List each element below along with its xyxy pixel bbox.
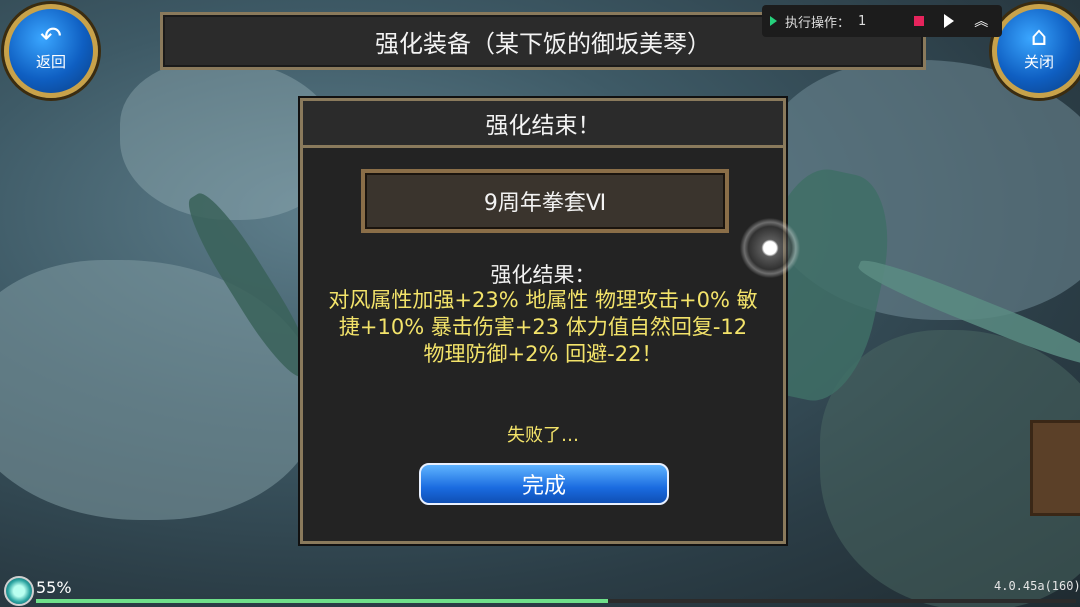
result-text: 对风属性加强+23% 地属性 物理攻击+0% 敏捷+10% 暴击伤害+23 体力… [328, 288, 758, 366]
dialog-title: 强化结束！ [303, 101, 783, 148]
crate [1030, 420, 1080, 516]
progress-percent: 55% [36, 578, 72, 597]
back-button-label: 返回 [35, 53, 66, 71]
execution-toolbar: 执行操作： 1 ︽ [762, 5, 1002, 37]
recording-indicator-icon [770, 16, 777, 26]
stop-icon[interactable] [914, 16, 925, 26]
status-bar: 55% 4.0.45a(160) [0, 572, 1080, 607]
collapse-icon[interactable]: ︽ [974, 11, 988, 31]
version-label: 4.0.45a(160) [994, 579, 1080, 593]
close-button-label: 关闭 [1023, 53, 1054, 71]
result-label: 强化结果： [490, 263, 596, 287]
back-arrow-icon: ↶ [40, 22, 62, 52]
close-button[interactable]: ⌂ 关闭 [992, 4, 1080, 98]
exec-count: 1 [858, 13, 867, 29]
home-icon: ⌂ [1030, 22, 1048, 52]
done-button[interactable]: 完成 [419, 463, 669, 505]
progress-fill [36, 599, 608, 603]
floating-touch-orb-icon[interactable] [732, 210, 808, 286]
play-icon[interactable] [944, 14, 955, 28]
back-button[interactable]: ↶ 返回 [4, 4, 98, 98]
exec-label: 执行操作： [785, 15, 851, 31]
enhance-result-dialog: 强化结束！ 9周年拳套Ⅵ 强化结果： 对风属性加强+23% 地属性 物理攻击+0… [300, 98, 786, 544]
progress-bar [36, 599, 1076, 603]
load-status-icon [4, 576, 34, 606]
fail-text: 失败了… [507, 425, 579, 446]
item-name: 9周年拳套Ⅵ [361, 169, 729, 233]
